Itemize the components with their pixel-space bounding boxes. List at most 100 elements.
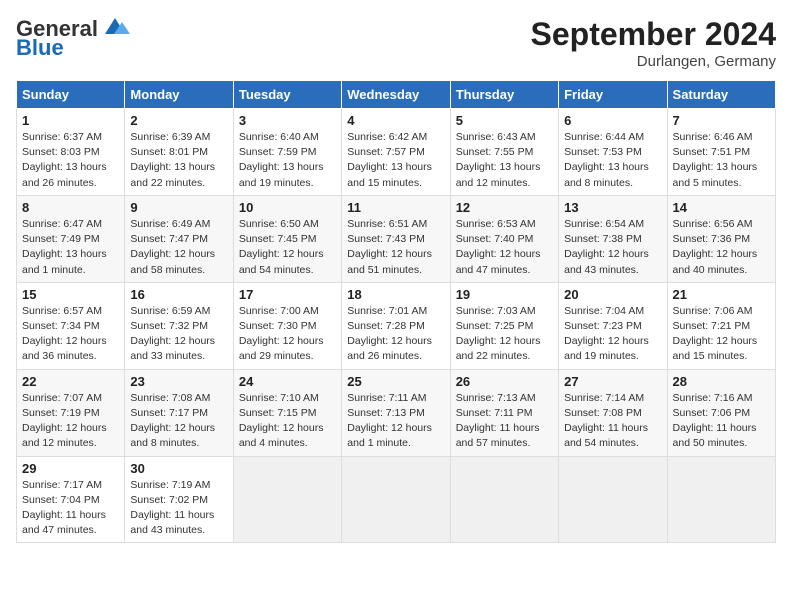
calendar-cell: 6 Sunrise: 6:44 AMSunset: 7:53 PMDaylight… [559,109,667,196]
day-number: 19 [456,287,553,302]
day-number: 30 [130,461,227,476]
day-info: Sunrise: 7:01 AMSunset: 7:28 PMDaylight:… [347,304,444,365]
day-number: 16 [130,287,227,302]
day-number: 1 [22,113,119,128]
day-info: Sunrise: 6:56 AMSunset: 7:36 PMDaylight:… [673,217,770,278]
day-info: Sunrise: 6:54 AMSunset: 7:38 PMDaylight:… [564,217,661,278]
day-info: Sunrise: 6:44 AMSunset: 7:53 PMDaylight:… [564,130,661,191]
day-info: Sunrise: 6:57 AMSunset: 7:34 PMDaylight:… [22,304,119,365]
title-block: September 2024 Durlangen, Germany [531,16,776,70]
day-number: 5 [456,113,553,128]
weekday-header-row: SundayMondayTuesdayWednesdayThursdayFrid… [17,81,776,109]
day-number: 29 [22,461,119,476]
day-number: 23 [130,374,227,389]
day-number: 3 [239,113,336,128]
day-info: Sunrise: 6:50 AMSunset: 7:45 PMDaylight:… [239,217,336,278]
location: Durlangen, Germany [531,53,776,70]
calendar-cell: 19 Sunrise: 7:03 AMSunset: 7:25 PMDayligh… [450,282,558,369]
day-info: Sunrise: 7:07 AMSunset: 7:19 PMDaylight:… [22,391,119,452]
logo-blue: Blue [16,42,64,60]
calendar-cell: 12 Sunrise: 6:53 AMSunset: 7:40 PMDayligh… [450,195,558,282]
logo-icon [100,16,130,38]
weekday-header-wednesday: Wednesday [342,81,450,109]
calendar-cell: 21 Sunrise: 7:06 AMSunset: 7:21 PMDayligh… [667,282,775,369]
day-number: 14 [673,200,770,215]
calendar-cell: 17Sunrise: 7:00 AMSunset: 7:30 PMDayligh… [233,282,341,369]
day-info: Sunrise: 6:39 AMSunset: 8:01 PMDaylight:… [130,130,227,191]
calendar-cell: 23Sunrise: 7:08 AMSunset: 7:17 PMDayligh… [125,369,233,456]
calendar-cell: 16Sunrise: 6:59 AMSunset: 7:32 PMDayligh… [125,282,233,369]
day-number: 7 [673,113,770,128]
calendar-cell: 10 Sunrise: 6:50 AMSunset: 7:45 PMDayligh… [233,195,341,282]
month-title: September 2024 [531,16,776,53]
weekday-header-saturday: Saturday [667,81,775,109]
calendar-cell: 14 Sunrise: 6:56 AMSunset: 7:36 PMDayligh… [667,195,775,282]
day-number: 2 [130,113,227,128]
calendar-week-2: 8 Sunrise: 6:47 AMSunset: 7:49 PMDaylight… [17,195,776,282]
day-info: Sunrise: 6:47 AMSunset: 7:49 PMDaylight:… [22,217,119,278]
day-info: Sunrise: 7:16 AMSunset: 7:06 PMDaylight:… [673,391,770,452]
day-info: Sunrise: 6:43 AMSunset: 7:55 PMDaylight:… [456,130,553,191]
day-number: 24 [239,374,336,389]
day-info: Sunrise: 6:49 AMSunset: 7:47 PMDaylight:… [130,217,227,278]
calendar-cell [667,456,775,543]
calendar-cell [233,456,341,543]
calendar-week-3: 15 Sunrise: 6:57 AMSunset: 7:34 PMDayligh… [17,282,776,369]
day-info: Sunrise: 7:06 AMSunset: 7:21 PMDaylight:… [673,304,770,365]
weekday-header-tuesday: Tuesday [233,81,341,109]
calendar-cell: 27 Sunrise: 7:14 AMSunset: 7:08 PMDayligh… [559,369,667,456]
calendar-cell: 8 Sunrise: 6:47 AMSunset: 7:49 PMDaylight… [17,195,125,282]
day-number: 9 [130,200,227,215]
calendar-cell: 4 Sunrise: 6:42 AMSunset: 7:57 PMDaylight… [342,109,450,196]
day-info: Sunrise: 7:13 AMSunset: 7:11 PMDaylight:… [456,391,553,452]
calendar-cell: 11 Sunrise: 6:51 AMSunset: 7:43 PMDayligh… [342,195,450,282]
day-info: Sunrise: 7:11 AMSunset: 7:13 PMDaylight:… [347,391,444,452]
calendar-cell: 20Sunrise: 7:04 AMSunset: 7:23 PMDayligh… [559,282,667,369]
calendar-cell: 7 Sunrise: 6:46 AMSunset: 7:51 PMDaylight… [667,109,775,196]
day-number: 26 [456,374,553,389]
day-info: Sunrise: 6:42 AMSunset: 7:57 PMDaylight:… [347,130,444,191]
weekday-header-sunday: Sunday [17,81,125,109]
day-number: 11 [347,200,444,215]
day-info: Sunrise: 7:04 AMSunset: 7:23 PMDaylight:… [564,304,661,365]
day-number: 8 [22,200,119,215]
day-number: 4 [347,113,444,128]
day-number: 15 [22,287,119,302]
weekday-header-monday: Monday [125,81,233,109]
calendar-cell: 5 Sunrise: 6:43 AMSunset: 7:55 PMDaylight… [450,109,558,196]
day-number: 21 [673,287,770,302]
calendar-cell: 26 Sunrise: 7:13 AMSunset: 7:11 PMDayligh… [450,369,558,456]
calendar-cell: 29Sunrise: 7:17 AMSunset: 7:04 PMDayligh… [17,456,125,543]
page-header: General Blue September 2024 Durlangen, G… [16,16,776,70]
day-number: 12 [456,200,553,215]
calendar-cell: 2 Sunrise: 6:39 AMSunset: 8:01 PMDaylight… [125,109,233,196]
day-number: 22 [22,374,119,389]
logo: General Blue [16,16,130,60]
calendar-cell [559,456,667,543]
calendar-cell [450,456,558,543]
calendar-week-5: 29Sunrise: 7:17 AMSunset: 7:04 PMDayligh… [17,456,776,543]
day-info: Sunrise: 6:51 AMSunset: 7:43 PMDaylight:… [347,217,444,278]
calendar-cell: 18Sunrise: 7:01 AMSunset: 7:28 PMDayligh… [342,282,450,369]
day-number: 17 [239,287,336,302]
calendar-cell: 24 Sunrise: 7:10 AMSunset: 7:15 PMDayligh… [233,369,341,456]
day-number: 25 [347,374,444,389]
day-info: Sunrise: 6:40 AMSunset: 7:59 PMDaylight:… [239,130,336,191]
day-number: 6 [564,113,661,128]
calendar-cell [342,456,450,543]
day-info: Sunrise: 6:46 AMSunset: 7:51 PMDaylight:… [673,130,770,191]
calendar-cell: 25 Sunrise: 7:11 AMSunset: 7:13 PMDayligh… [342,369,450,456]
calendar-cell: 15 Sunrise: 6:57 AMSunset: 7:34 PMDayligh… [17,282,125,369]
day-number: 10 [239,200,336,215]
day-info: Sunrise: 7:10 AMSunset: 7:15 PMDaylight:… [239,391,336,452]
calendar-cell: 1Sunrise: 6:37 AMSunset: 8:03 PMDaylight… [17,109,125,196]
day-info: Sunrise: 6:53 AMSunset: 7:40 PMDaylight:… [456,217,553,278]
day-number: 27 [564,374,661,389]
day-number: 28 [673,374,770,389]
calendar-cell: 22 Sunrise: 7:07 AMSunset: 7:19 PMDayligh… [17,369,125,456]
calendar-cell: 30Sunrise: 7:19 AMSunset: 7:02 PMDayligh… [125,456,233,543]
day-info: Sunrise: 7:14 AMSunset: 7:08 PMDaylight:… [564,391,661,452]
calendar-week-1: 1Sunrise: 6:37 AMSunset: 8:03 PMDaylight… [17,109,776,196]
weekday-header-thursday: Thursday [450,81,558,109]
day-info: Sunrise: 7:03 AMSunset: 7:25 PMDaylight:… [456,304,553,365]
